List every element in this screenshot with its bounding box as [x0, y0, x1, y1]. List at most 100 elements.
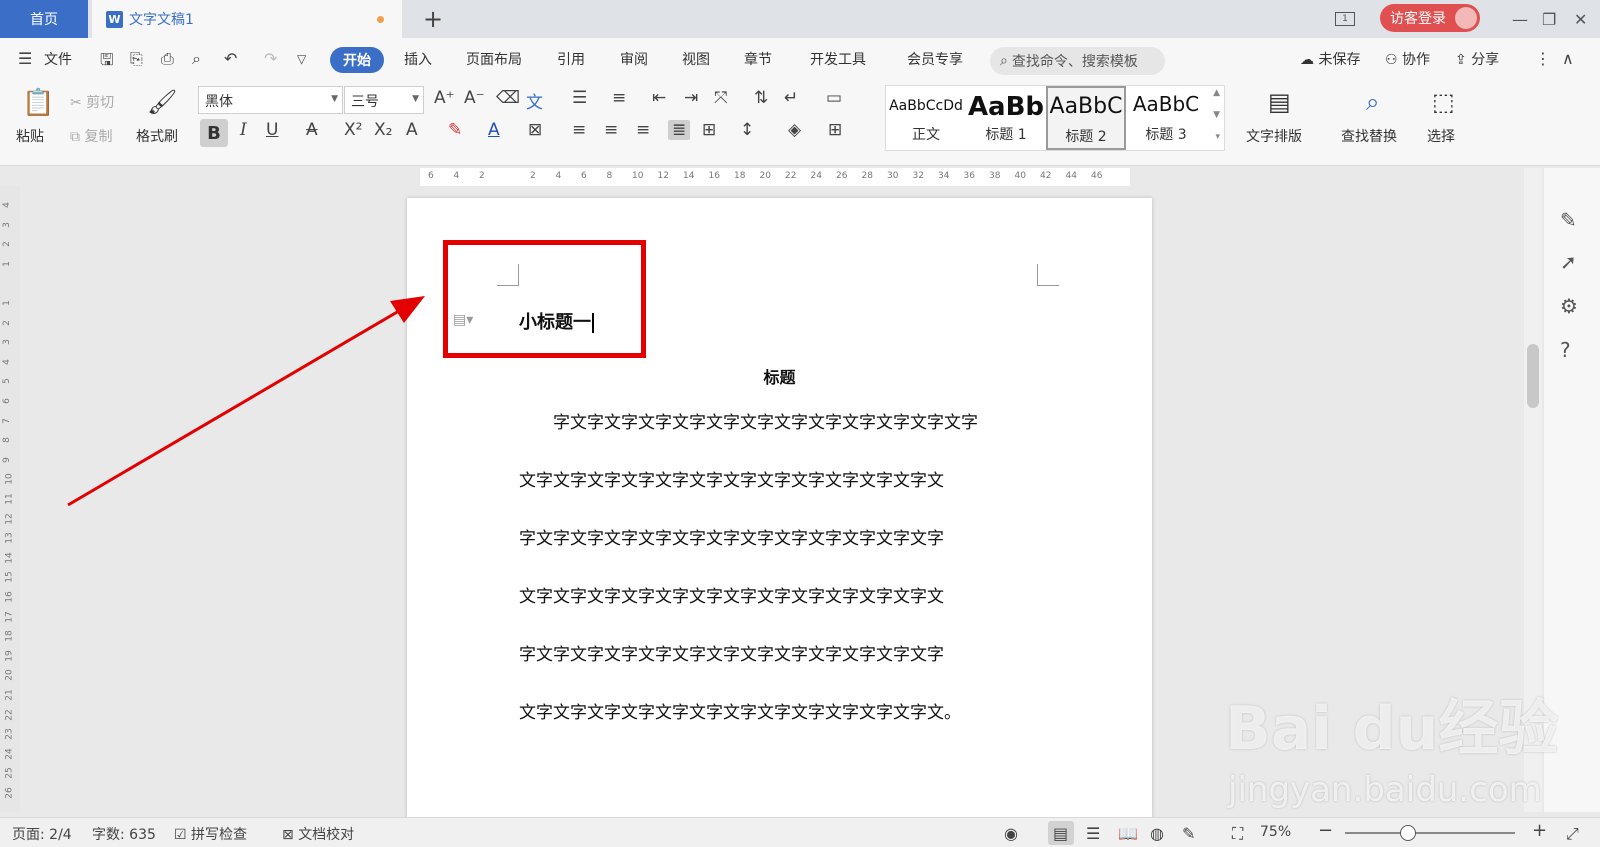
command-search[interactable]: ⌕ 查找命令、搜索模板	[990, 47, 1165, 75]
zoom-slider-knob[interactable]	[1400, 825, 1416, 841]
fullscreen-icon[interactable]: ⤢	[1566, 824, 1579, 844]
shrink-font-icon[interactable]: A⁻	[464, 88, 485, 108]
spell-check-button[interactable]: ☑ 拼写检查	[174, 824, 247, 844]
decrease-indent-icon[interactable]: ⇤	[652, 88, 666, 108]
shading-icon[interactable]: ◈	[788, 120, 801, 140]
menu-layout[interactable]: 页面布局	[466, 49, 522, 69]
eye-protection-icon[interactable]: ◉	[1004, 824, 1018, 843]
font-size-select[interactable]: 三号 ▼	[344, 86, 424, 114]
horizontal-ruler[interactable]: 6 4 2 2 4 6 8 10 12 14 16 18 20 22 24 26 28 30 32 34 36 38 40 4…	[420, 168, 1130, 186]
table-ruler-icon[interactable]: ▭	[826, 88, 842, 108]
print-icon[interactable]: ⎙	[161, 49, 174, 69]
write-mode-icon[interactable]: ✎	[1182, 824, 1195, 843]
cut-button[interactable]: ✂ 剪切	[70, 92, 114, 112]
settings-sliders-icon[interactable]: ⚙	[1560, 294, 1578, 318]
scrollbar-thumb[interactable]	[1527, 344, 1539, 408]
collaborate-button[interactable]: ⚇ 协作	[1385, 49, 1430, 69]
menu-review[interactable]: 审阅	[620, 49, 648, 69]
pointer-icon[interactable]: ➚	[1560, 250, 1577, 274]
window-count-icon[interactable]: 1	[1335, 0, 1355, 38]
minimize-icon[interactable]: —	[1512, 0, 1528, 38]
help-icon[interactable]: ?	[1560, 338, 1571, 362]
copy-button[interactable]: ⧉ 复制	[70, 126, 112, 146]
paragraph-mark-icon[interactable]: ↵	[784, 88, 798, 108]
char-border-button[interactable]: ⊠	[528, 120, 542, 140]
reading-view-icon[interactable]: 📖	[1118, 824, 1138, 843]
menu-insert[interactable]: 插入	[404, 49, 432, 69]
style-heading-1[interactable]: AaBb 标题 1	[966, 86, 1046, 150]
body-line[interactable]: 字文字文字文字文字文字文字文字文字文字文字文字文字	[519, 640, 1044, 665]
menu-view[interactable]: 视图	[682, 49, 710, 69]
text-layout-icon[interactable]: ▤	[1268, 88, 1291, 116]
doc-proof-button[interactable]: ⊠ 文档校对	[282, 824, 354, 844]
zoom-in-icon[interactable]: +	[1532, 820, 1547, 841]
style-more-icon[interactable]: ▾	[1215, 132, 1220, 142]
body-line[interactable]: 文字文字文字文字文字文字文字文字文字文字文字文字文。	[519, 698, 1044, 723]
italic-button[interactable]: I	[240, 120, 247, 140]
paste-icon[interactable]: 📋	[22, 88, 54, 118]
close-icon[interactable]: ✕	[1574, 0, 1587, 38]
cloud-unsaved-status[interactable]: ☁ 未保存	[1300, 49, 1360, 69]
underline-button[interactable]: U	[266, 120, 278, 140]
menu-devtools[interactable]: 开发工具	[810, 49, 866, 69]
align-left-icon[interactable]: ≡	[572, 120, 586, 140]
bullet-list-icon[interactable]: ☰	[572, 88, 587, 108]
body-line[interactable]: 文字文字文字文字文字文字文字文字文字文字文字文字文	[519, 582, 1044, 607]
style-scroll-down-icon[interactable]: ▼	[1213, 110, 1220, 120]
align-center-icon[interactable]: ≡	[604, 120, 618, 140]
menu-file[interactable]: 文件	[44, 49, 72, 69]
menu-vip[interactable]: 会员专享	[907, 49, 963, 69]
grow-font-icon[interactable]: A⁺	[434, 88, 455, 108]
bold-button[interactable]: B	[200, 119, 228, 147]
text-direction-icon[interactable]: ⤧	[714, 88, 728, 108]
strikethrough-button[interactable]: A	[306, 120, 318, 140]
pen-icon[interactable]: ✎	[1560, 208, 1577, 232]
body-line[interactable]: 文字文字文字文字文字文字文字文字文字文字文字文字文	[519, 466, 1044, 491]
subscript-button[interactable]: X₂	[374, 120, 392, 140]
find-replace-icon[interactable]: ⌕	[1366, 88, 1379, 116]
collapse-ribbon-icon[interactable]: ∧	[1562, 49, 1574, 68]
body-line[interactable]: 字文字文字文字文字文字文字文字文字文字文字文字文字	[519, 524, 1044, 549]
print-preview-icon[interactable]: ⌕	[192, 49, 201, 69]
save-icon[interactable]: 🖫	[100, 49, 114, 76]
style-heading-2[interactable]: AaBbC 标题 2	[1046, 86, 1126, 150]
menu-chapter[interactable]: 章节	[744, 49, 772, 69]
outline-view-icon[interactable]: ☰	[1086, 824, 1100, 843]
vertical-ruler[interactable]: 4 3 2 1 1 2 3 4 5 6 7 8 9 10 11 12 13 14 15 16 17 18 19 20 21 22 2…	[0, 186, 20, 812]
text-effect-button[interactable]: A	[406, 120, 418, 140]
justify-icon[interactable]: ≣	[668, 120, 691, 140]
redo-icon[interactable]: ↷	[264, 49, 277, 68]
distributed-align-icon[interactable]: ⊞	[702, 120, 716, 140]
numbered-list-icon[interactable]: ≡	[612, 88, 626, 108]
restore-icon[interactable]: ❐	[1542, 0, 1556, 38]
page-indicator[interactable]: 页面: 2/4	[12, 824, 72, 844]
zoom-slider[interactable]	[1345, 832, 1515, 834]
format-painter-button[interactable]: 格式刷	[136, 126, 178, 146]
paste-button[interactable]: 粘贴	[16, 126, 44, 146]
tab-home[interactable]: 首页	[0, 0, 88, 38]
find-replace-button[interactable]: 查找替换	[1341, 126, 1397, 146]
line-spacing-icon[interactable]: ↕	[740, 120, 754, 140]
login-button[interactable]: 访客登录	[1380, 4, 1480, 32]
format-painter-icon[interactable]: 🖌	[147, 88, 177, 116]
web-view-icon[interactable]: ◍	[1150, 824, 1164, 843]
document-title[interactable]: 标题	[407, 364, 1152, 388]
zoom-out-icon[interactable]: −	[1318, 820, 1333, 841]
zoom-level[interactable]: 75%	[1260, 824, 1291, 840]
style-normal[interactable]: AaBbCcDd 正文	[886, 86, 966, 150]
fit-page-icon[interactable]: ⛶	[1232, 824, 1243, 844]
phonetic-guide-icon[interactable]: 文	[526, 88, 543, 113]
highlight-color-button[interactable]: ✎	[448, 120, 462, 140]
style-heading-3[interactable]: AaBbC 标题 3	[1126, 86, 1206, 150]
select-button[interactable]: 选择	[1427, 126, 1455, 146]
menu-start[interactable]: 开始	[330, 47, 384, 73]
word-count[interactable]: 字数: 635	[92, 824, 156, 844]
share-button[interactable]: ⇪ 分享	[1455, 49, 1499, 69]
align-right-icon[interactable]: ≡	[636, 120, 650, 140]
menu-reference[interactable]: 引用	[557, 49, 585, 69]
text-layout-button[interactable]: 文字排版	[1246, 126, 1302, 146]
superscript-button[interactable]: X²	[344, 120, 362, 140]
sort-icon[interactable]: ⇅	[754, 88, 768, 108]
customize-toolbar-icon[interactable]: ▽	[297, 52, 306, 66]
undo-icon[interactable]: ↶	[224, 49, 237, 68]
